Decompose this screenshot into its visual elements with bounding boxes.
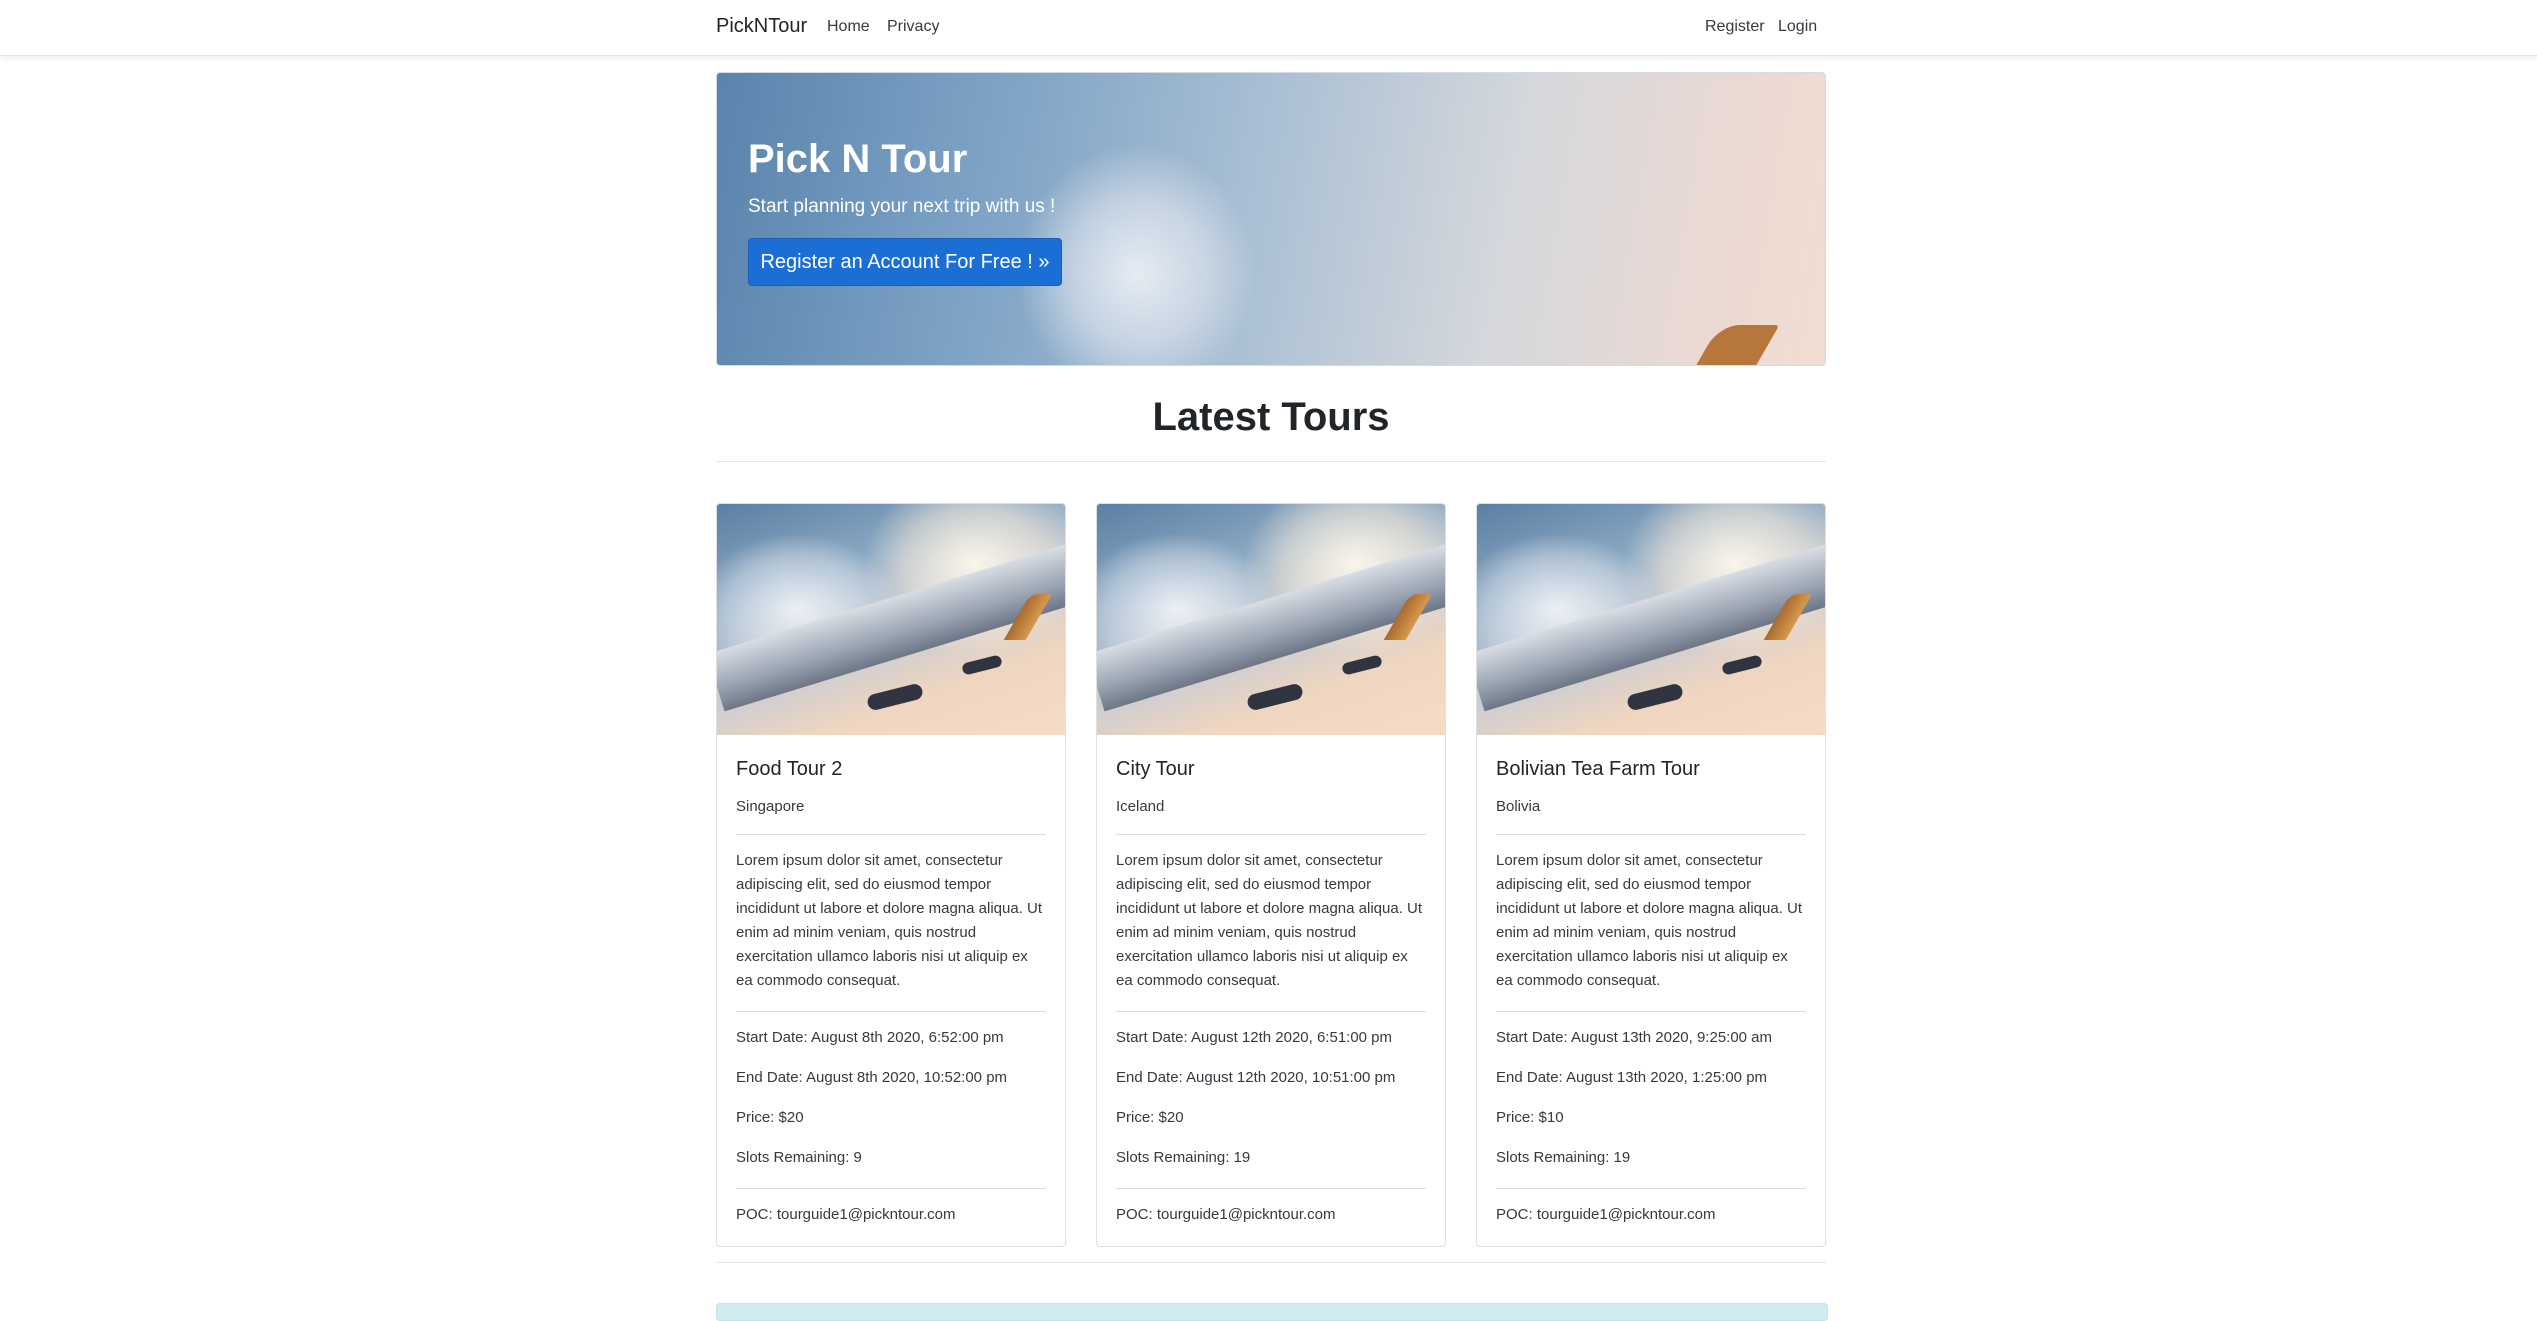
- tour-card: Food Tour 2 Singapore Lorem ipsum dolor …: [716, 503, 1066, 1247]
- tour-end-date: End Date: August 8th 2020, 10:52:00 pm: [736, 1069, 1008, 1086]
- card-divider: [1116, 834, 1426, 835]
- tour-start-date: Start Date: August 12th 2020, 6:51:00 pm: [1116, 1029, 1393, 1046]
- register-account-button[interactable]: Register an Account For Free ! »: [748, 238, 1062, 286]
- tour-start-date: Start Date: August 13th 2020, 9:25:00 am: [1496, 1029, 1773, 1046]
- tour-description: Lorem ipsum dolor sit amet, consectetur …: [736, 852, 1043, 989]
- tour-price: Price: $10: [1496, 1109, 1564, 1126]
- tour-poc: POC: tourguide1@pickntour.com: [736, 1206, 956, 1223]
- tour-price: Price: $20: [1116, 1109, 1184, 1126]
- card-divider: [736, 834, 1046, 835]
- tour-poc: POC: tourguide1@pickntour.com: [1116, 1206, 1336, 1223]
- section-divider: [716, 461, 1826, 462]
- tour-location: Singapore: [736, 798, 805, 815]
- tour-location: Iceland: [1116, 798, 1165, 815]
- hero-banner: Pick N Tour Start planning your next tri…: [716, 72, 1826, 366]
- tour-end-date: End Date: August 13th 2020, 1:25:00 pm: [1496, 1069, 1768, 1086]
- nav-link-home[interactable]: Home: [827, 18, 870, 36]
- tour-poc: POC: tourguide1@pickntour.com: [1496, 1206, 1716, 1223]
- tour-slots: Slots Remaining: 9: [736, 1149, 862, 1166]
- tour-start-date: Start Date: August 8th 2020, 6:52:00 pm: [736, 1029, 1004, 1046]
- info-alert: [716, 1303, 1828, 1321]
- nav-link-privacy[interactable]: Privacy: [887, 18, 939, 36]
- card-divider: [1496, 1011, 1806, 1012]
- tour-title: Food Tour 2: [736, 758, 843, 780]
- section-title: Latest Tours: [1152, 395, 1390, 439]
- tour-location: Bolivia: [1496, 798, 1541, 815]
- nav-link-login[interactable]: Login: [1778, 18, 1817, 36]
- tour-image: [1477, 504, 1825, 735]
- footer-divider: [716, 1262, 1826, 1263]
- brand-link[interactable]: PickNTour: [716, 15, 807, 38]
- tour-title: City Tour: [1116, 758, 1195, 780]
- hero-subtitle: Start planning your next trip with us !: [748, 196, 1056, 217]
- card-divider: [1116, 1011, 1426, 1012]
- tour-end-date: End Date: August 12th 2020, 10:51:00 pm: [1116, 1069, 1396, 1086]
- tour-image: [717, 504, 1065, 735]
- tour-price: Price: $20: [736, 1109, 804, 1126]
- tour-slots: Slots Remaining: 19: [1116, 1149, 1251, 1166]
- tour-description: Lorem ipsum dolor sit amet, consectetur …: [1116, 852, 1423, 989]
- nav-link-register[interactable]: Register: [1705, 18, 1765, 36]
- tour-slots: Slots Remaining: 19: [1496, 1149, 1631, 1166]
- tour-card: Bolivian Tea Farm Tour Bolivia Lorem ips…: [1476, 503, 1826, 1247]
- navbar: PickNTour Home Privacy Register Login: [0, 0, 2537, 56]
- tour-title: Bolivian Tea Farm Tour: [1496, 758, 1700, 780]
- tour-image: [1097, 504, 1445, 735]
- card-divider: [1496, 1188, 1806, 1189]
- hero-wing-image: [1690, 325, 1780, 365]
- card-divider: [1496, 834, 1806, 835]
- card-divider: [1116, 1188, 1426, 1189]
- hero-title: Pick N Tour: [748, 137, 968, 181]
- tour-card: City Tour Iceland Lorem ipsum dolor sit …: [1096, 503, 1446, 1247]
- card-divider: [736, 1011, 1046, 1012]
- card-divider: [736, 1188, 1046, 1189]
- tour-description: Lorem ipsum dolor sit amet, consectetur …: [1496, 852, 1803, 989]
